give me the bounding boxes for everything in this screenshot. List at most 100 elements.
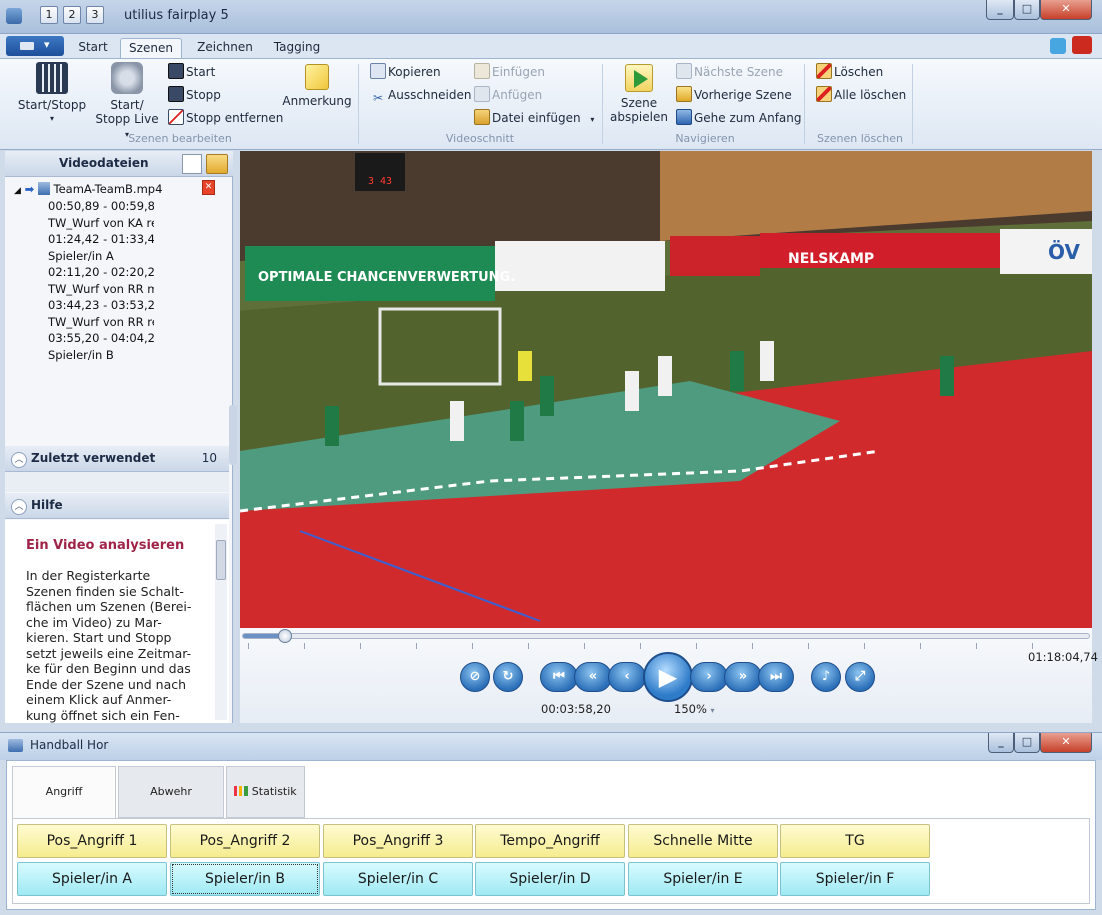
previous-scene-button[interactable]: Vorherige Szene: [676, 86, 792, 106]
tag-pos-angriff-1[interactable]: Pos_Angriff 1: [17, 824, 167, 858]
video-file-row[interactable]: ◢ ➡ TeamA-TeamB.mp4: [14, 181, 224, 200]
pencil-note-icon: [305, 64, 329, 90]
play-button[interactable]: ▶: [643, 652, 693, 702]
go-to-start-button[interactable]: Gehe zum Anfang: [676, 109, 802, 129]
stop-button[interactable]: Stopp: [168, 86, 221, 106]
start-stop-live-label-1: Start/: [110, 98, 144, 112]
tagging-close-button[interactable]: ✕: [1040, 733, 1092, 753]
timeline-ticks: [248, 643, 1088, 649]
tag-spieler-c[interactable]: Spieler/in C: [323, 862, 473, 896]
close-file-icon[interactable]: ✕: [202, 180, 215, 195]
previous-scene-icon: [676, 86, 692, 102]
tab-zeichnen[interactable]: Zeichnen: [190, 38, 260, 58]
tag-tg[interactable]: TG: [780, 824, 930, 858]
tag-pos-angriff-2[interactable]: Pos_Angriff 2: [170, 824, 320, 858]
chevron-up-icon: ︿: [11, 452, 27, 468]
tab-statistik[interactable]: Statistik: [226, 766, 305, 818]
fast-rewind-button[interactable]: «: [574, 662, 612, 692]
recent-header-label: Zuletzt verwendet: [31, 451, 156, 465]
tagging-minimize-button[interactable]: _: [988, 733, 1014, 753]
list-item-label: TW_Wurf von RR re: [48, 314, 154, 329]
tag-spieler-d[interactable]: Spieler/in D: [475, 862, 625, 896]
tag-spieler-e[interactable]: Spieler/in E: [628, 862, 778, 896]
panel-splitter[interactable]: [229, 405, 237, 465]
group-label-scenes-edit: Szenen bearbeiten: [128, 132, 232, 145]
delete-icon: [816, 63, 832, 79]
stop-remove-label: Stopp entfernen: [186, 111, 284, 125]
play-scene-button[interactable]: Szene abspielen: [608, 64, 670, 124]
go-to-start-control[interactable]: ⏮: [540, 662, 578, 692]
app-menu-button[interactable]: [6, 36, 64, 56]
fullscreen-button[interactable]: ⤢: [845, 662, 875, 692]
arrow-right-icon: ➡: [24, 182, 35, 196]
help-panel-header[interactable]: ︿ Hilfe: [5, 493, 229, 519]
minimize-button[interactable]: _: [986, 0, 1014, 20]
tagging-window-titlebar: [0, 732, 1102, 760]
group-label-video-cut: Videoschnitt: [445, 132, 515, 145]
maximize-button[interactable]: □: [1014, 0, 1040, 20]
qat-1[interactable]: 1: [40, 6, 58, 24]
start-stop-live-button[interactable]: Start/ Stopp Live ▾: [92, 62, 162, 142]
remove-marker-icon: [168, 109, 184, 125]
list-item[interactable]: 00:50,89 - 00:59,89: [48, 198, 154, 215]
list-item[interactable]: 03:55,20 - 04:04,20: [48, 330, 154, 347]
twitter-icon[interactable]: [1050, 38, 1066, 54]
scoreboard: 3 43: [368, 176, 392, 187]
tab-abwehr[interactable]: Abwehr: [118, 766, 224, 818]
tag-schnelle-mitte[interactable]: Schnelle Mitte: [628, 824, 778, 858]
zoom-level[interactable]: 150% ▾: [674, 702, 715, 716]
volume-button[interactable]: ♪: [811, 662, 841, 692]
annotation-button[interactable]: Anmerkung: [282, 64, 352, 108]
delete-all-button[interactable]: Alle löschen: [816, 86, 906, 106]
new-file-icon[interactable]: [182, 154, 202, 174]
close-button[interactable]: ✕: [1040, 0, 1092, 20]
banner-far-right: ÖV: [1048, 240, 1080, 264]
tagging-window-title: Handball Hor: [30, 738, 109, 752]
step-back-button[interactable]: ‹: [608, 662, 646, 692]
tab-szenen[interactable]: Szenen: [120, 38, 182, 59]
next-scene-button[interactable]: Nächste Szene: [676, 63, 783, 83]
append-button[interactable]: Anfügen: [474, 86, 542, 106]
recent-panel-header[interactable]: ︿ Zuletzt verwendet 10: [5, 446, 229, 472]
tab-start[interactable]: Start: [70, 38, 116, 58]
qat-2[interactable]: 2: [63, 6, 81, 24]
tab-tagging[interactable]: Tagging: [264, 38, 330, 58]
tag-pos-angriff-3[interactable]: Pos_Angriff 3: [323, 824, 473, 858]
recent-scrollbar[interactable]: [5, 472, 229, 492]
loop-button[interactable]: ↻: [493, 662, 523, 692]
film-icon: [36, 62, 68, 94]
timeline-track[interactable]: [242, 633, 1090, 639]
tag-tempo-angriff[interactable]: Tempo_Angriff: [475, 824, 625, 858]
open-folder-icon[interactable]: [206, 154, 228, 174]
tagging-maximize-button[interactable]: □: [1014, 733, 1040, 753]
paste-button[interactable]: Einfügen: [474, 63, 545, 83]
tagging-window-icon: [8, 739, 23, 752]
cut-button[interactable]: ✂ Ausschneiden: [370, 86, 471, 106]
copy-label: Kopieren: [388, 65, 441, 79]
list-item[interactable]: 03:44,23 - 03:53,23: [48, 297, 154, 314]
list-item[interactable]: 01:24,42 - 01:33,42: [48, 231, 154, 248]
annotation-label: Anmerkung: [282, 94, 352, 108]
help-scrollbar[interactable]: [215, 524, 227, 720]
youtube-icon[interactable]: [1072, 36, 1092, 54]
copy-button[interactable]: Kopieren: [370, 63, 441, 83]
expand-triangle-icon: ◢: [14, 186, 21, 196]
start-button[interactable]: Start: [168, 63, 215, 83]
tab-angriff[interactable]: Angriff: [12, 766, 116, 819]
tag-spieler-b[interactable]: Spieler/in B: [170, 862, 320, 896]
tag-spieler-f[interactable]: Spieler/in F: [780, 862, 930, 896]
app-icon[interactable]: [6, 8, 22, 24]
list-item[interactable]: 02:11,20 - 02:20,20: [48, 264, 154, 281]
video-frame[interactable]: 3 43 OPTIMALE CHANCENVERWERTUNG. NELSKAM…: [240, 151, 1092, 629]
go-to-end-button[interactable]: ⏭: [758, 662, 794, 692]
tag-spieler-a[interactable]: Spieler/in A: [17, 862, 167, 896]
insert-file-button[interactable]: Datei einfügen ▾: [474, 109, 594, 129]
fast-forward-button[interactable]: »: [724, 662, 762, 692]
stop-remove-button[interactable]: Stopp entfernen: [168, 109, 283, 129]
help-scroll-thumb[interactable]: [216, 540, 226, 580]
step-forward-button[interactable]: ›: [690, 662, 728, 692]
qat-3[interactable]: 3: [86, 6, 104, 24]
start-stop-button[interactable]: Start/Stopp ▾: [14, 62, 90, 126]
draw-tool-button[interactable]: ⊘: [460, 662, 490, 692]
delete-button[interactable]: Löschen: [816, 63, 883, 83]
